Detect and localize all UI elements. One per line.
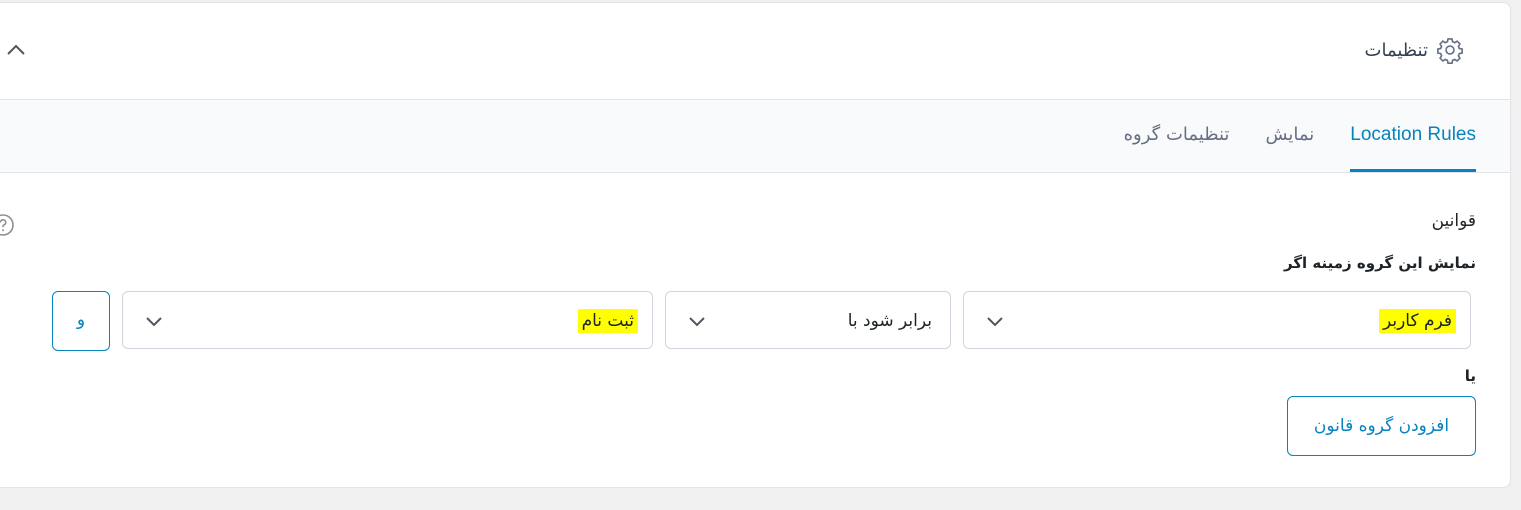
rule-param-select[interactable]: فرم کاربر [963, 291, 1471, 349]
add-rule-group-button[interactable]: افزودن گروه قانون [1287, 396, 1476, 456]
rule-operator-select[interactable]: برابر شود با [665, 291, 951, 349]
rule-value-select[interactable]: ثبت نام [122, 291, 653, 349]
rule-value-value: ثبت نام [577, 309, 638, 333]
tabs-bar: Location Rules نمایش تنظیمات گروه [0, 100, 1510, 173]
settings-panel: تنظیمات Location Rules نمایش تنظیمات گرو… [0, 2, 1511, 488]
chevron-down-icon [986, 312, 1004, 330]
chevron-down-icon [688, 312, 706, 330]
gear-icon [1436, 36, 1464, 64]
panel-title-text: تنظیمات [1364, 39, 1428, 61]
tab-group-settings[interactable]: تنظیمات گروه [1124, 100, 1230, 172]
or-label: یا [1464, 367, 1476, 385]
and-button[interactable]: و [52, 291, 110, 351]
tab-list: Location Rules نمایش تنظیمات گروه [1088, 100, 1476, 172]
chevron-up-icon[interactable] [5, 39, 27, 61]
show-if-label: نمایش این گروه زمینه اگر [1283, 254, 1476, 272]
panel-title: تنظیمات [1365, 36, 1464, 64]
panel-header: تنظیمات [0, 3, 1510, 100]
tab-location-rules[interactable]: Location Rules [1350, 100, 1476, 172]
help-circle-icon[interactable] [0, 213, 15, 237]
rule-operator-value: برابر شود با [847, 311, 932, 331]
tab-display[interactable]: نمایش [1265, 100, 1314, 172]
rules-label: قوانین [1431, 211, 1476, 231]
rule-param-value: فرم کاربر [1378, 309, 1456, 333]
chevron-down-icon [145, 312, 163, 330]
